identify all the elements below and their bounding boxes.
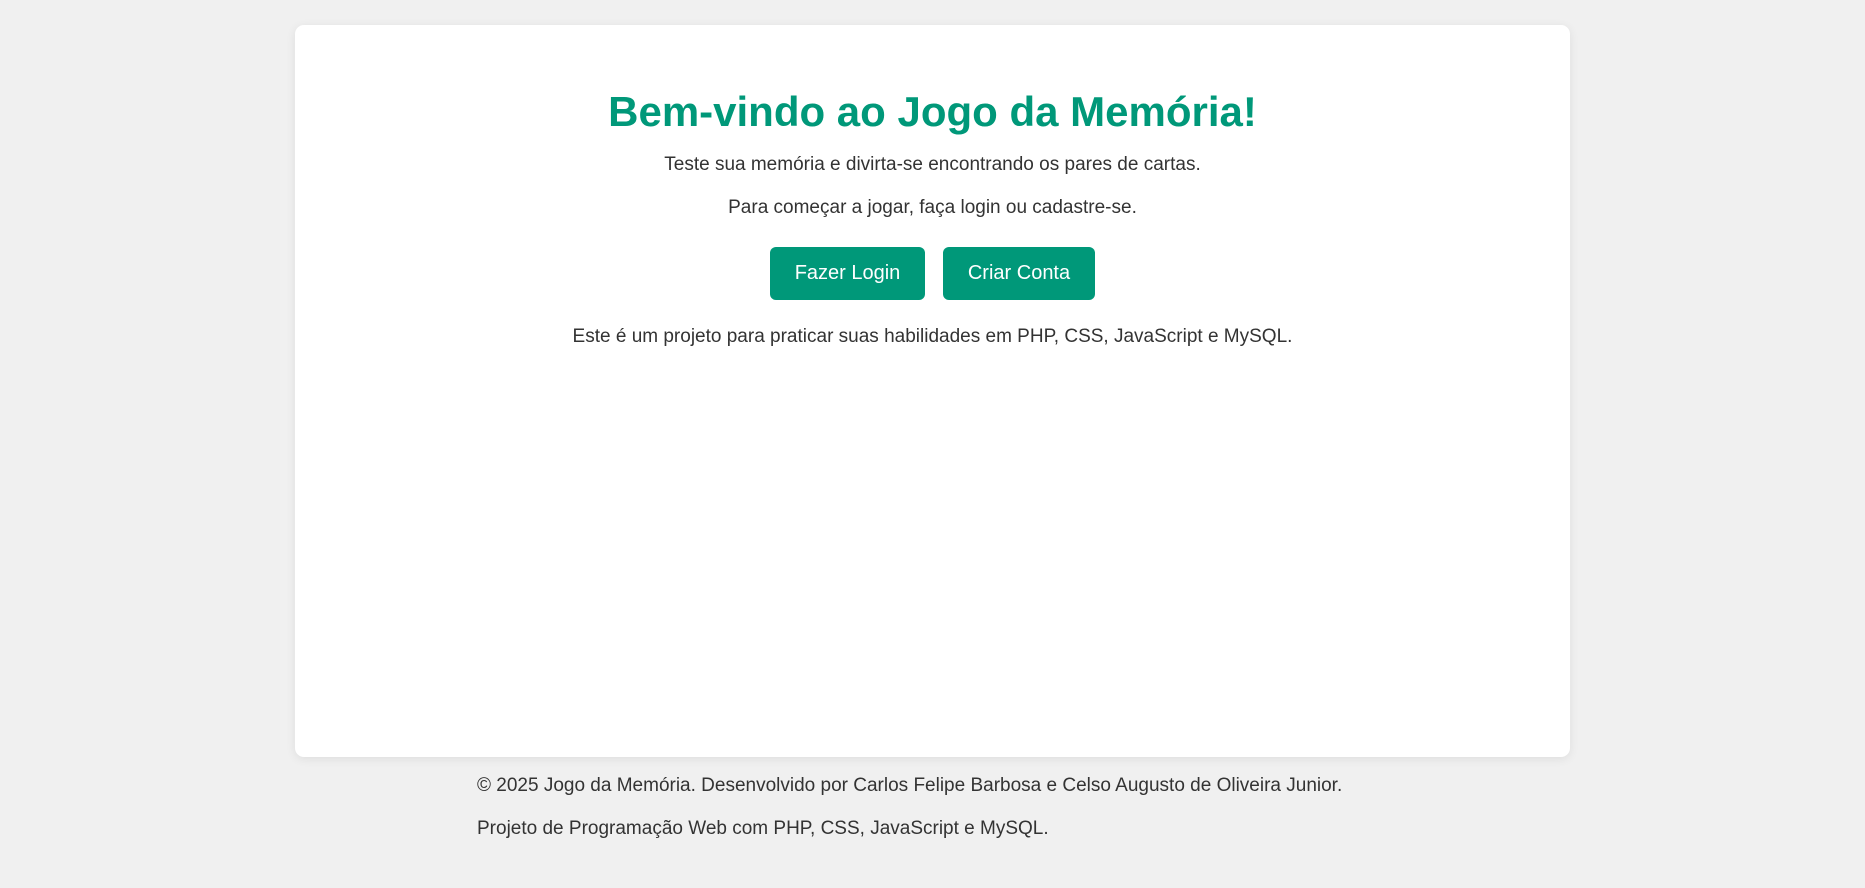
main-card: Bem-vindo ao Jogo da Memória! Teste sua … xyxy=(295,25,1570,757)
login-button[interactable]: Fazer Login xyxy=(770,247,925,300)
footer-project: Projeto de Programação Web com PHP, CSS,… xyxy=(477,817,1049,839)
page-title: Bem-vindo ao Jogo da Memória! xyxy=(608,88,1257,135)
prompt-text: Para começar a jogar, faça login ou cada… xyxy=(728,197,1137,218)
create-account-button[interactable]: Criar Conta xyxy=(943,247,1095,300)
footer-copyright: © 2025 Jogo da Memória. Desenvolvido por… xyxy=(477,775,1343,796)
project-info-text: Este é um projeto para praticar suas hab… xyxy=(572,326,1293,347)
footer: © 2025 Jogo da Memória. Desenvolvido por… xyxy=(477,775,1342,861)
subtitle-text: Teste sua memória e divirta-se encontran… xyxy=(664,154,1201,175)
action-buttons: Fazer Login Criar Conta xyxy=(295,247,1570,300)
